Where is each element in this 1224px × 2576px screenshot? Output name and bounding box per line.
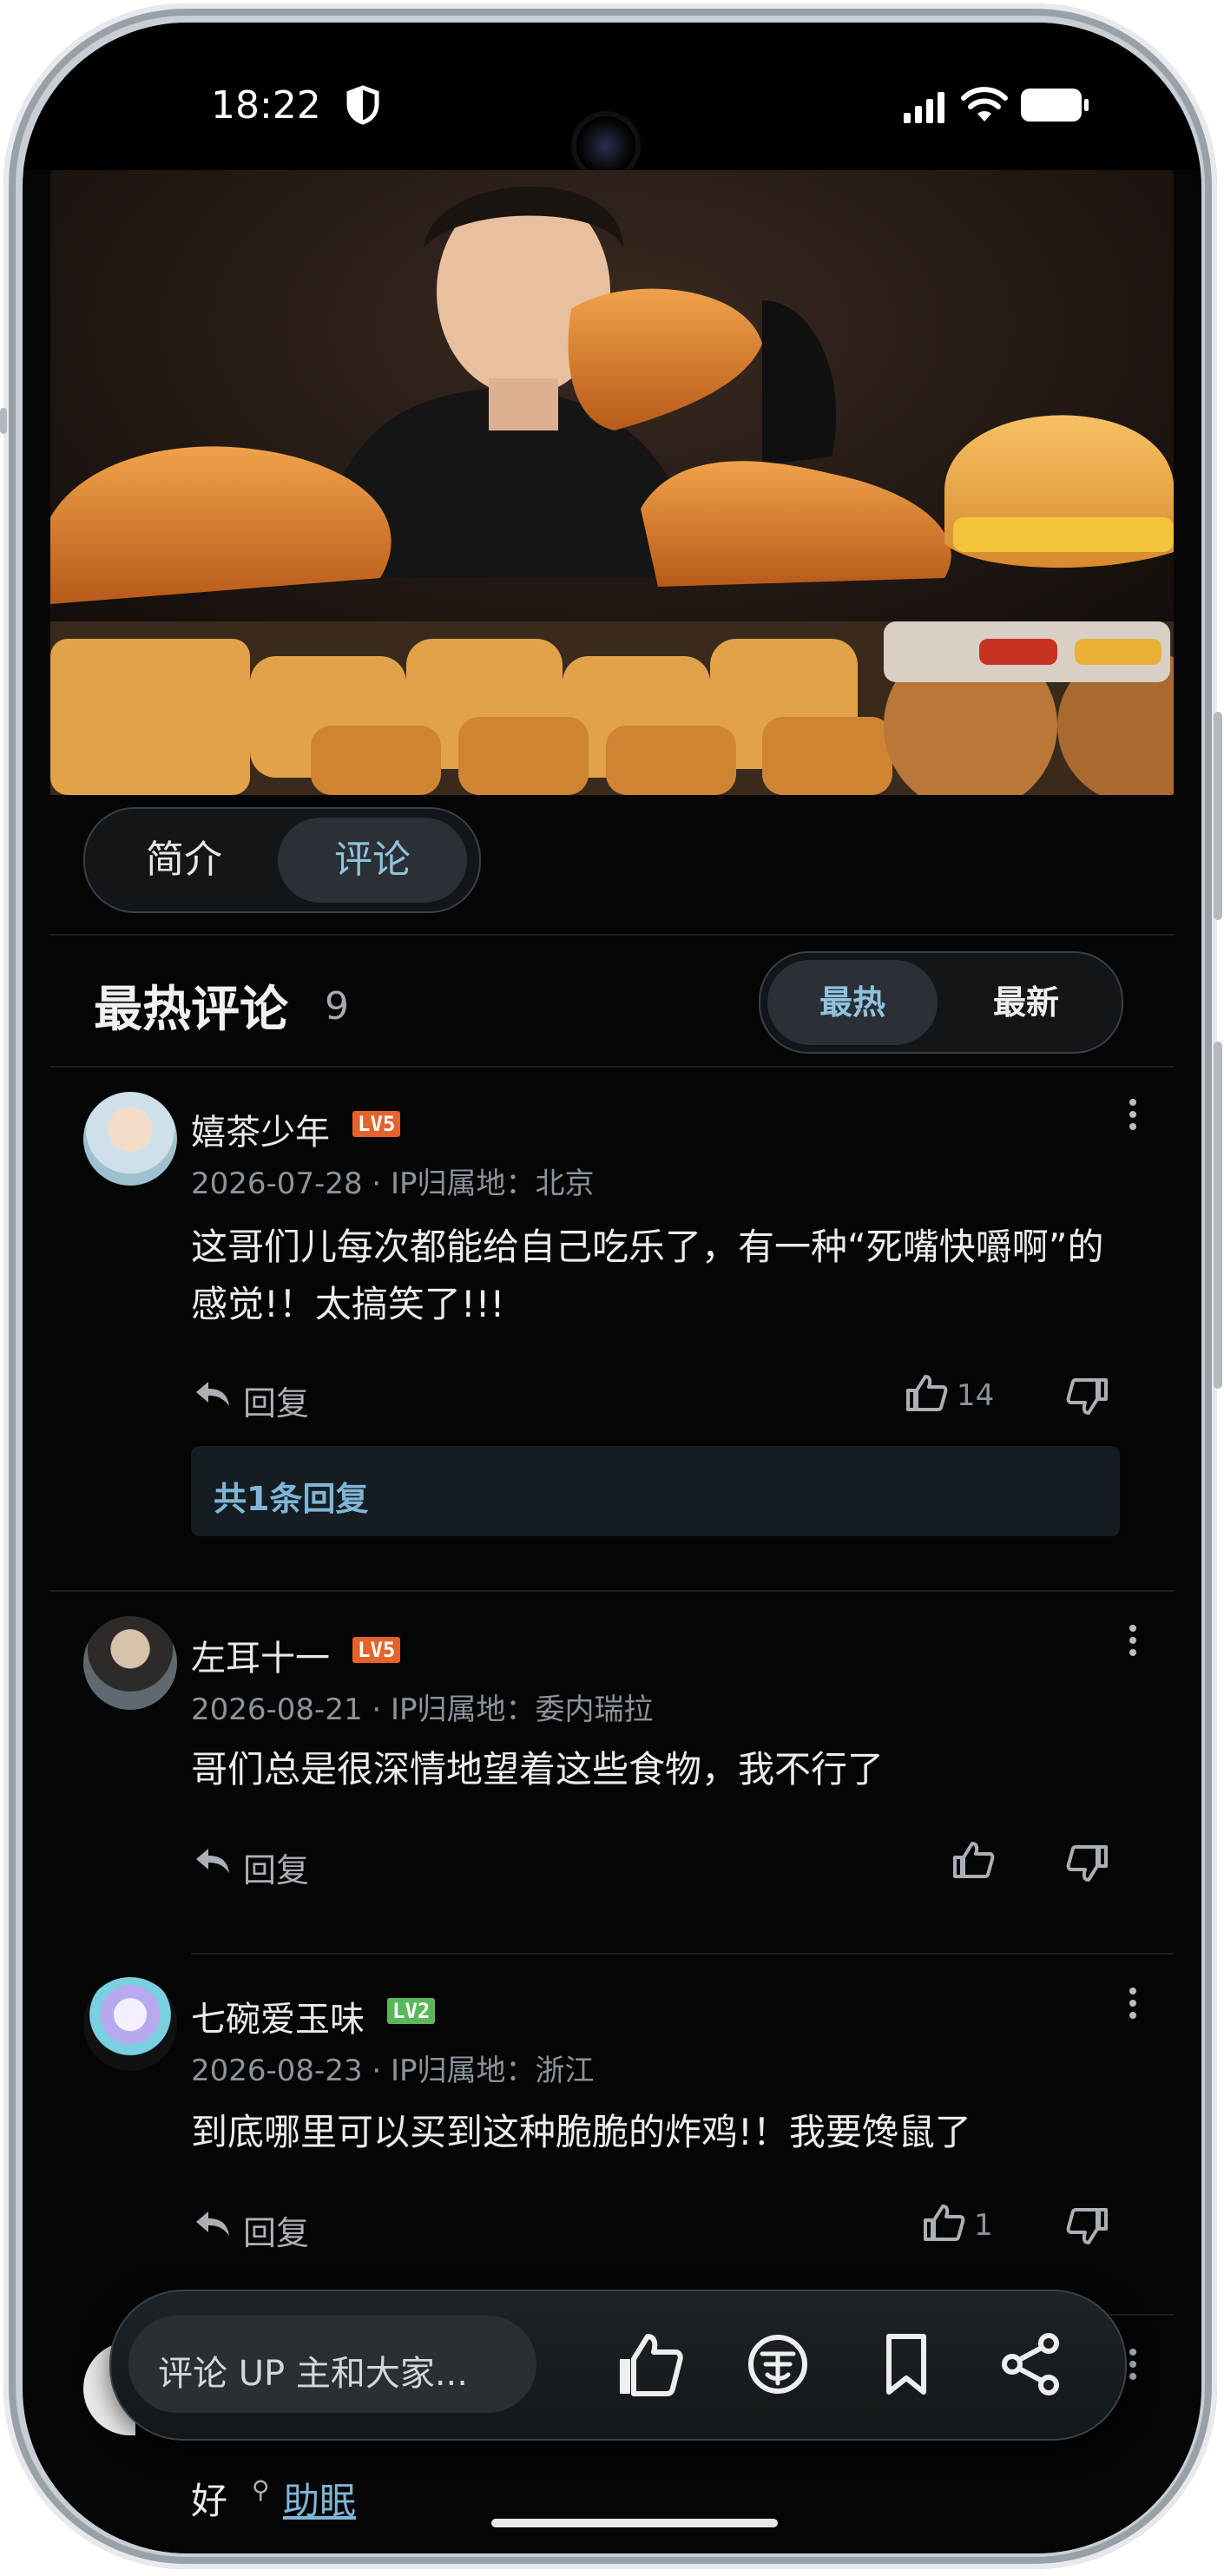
reply-icon[interactable] (194, 1845, 231, 1876)
phone-screen: 18:22 简介 评论 最热评论 9 最热 最新 嬉茶少年 LV5 2026-0… (23, 23, 1201, 2553)
avatar[interactable] (83, 1977, 177, 2071)
battery-icon (1021, 89, 1089, 122)
tab-intro[interactable]: 简介 (97, 818, 271, 903)
shield-icon (346, 85, 379, 125)
bottom-action-bar: 评论 UP 主和大家... (109, 2290, 1127, 2441)
power-button (1214, 1042, 1222, 1389)
comment-text: 到底哪里可以买到这种脆脆的炸鸡!！我要馋鼠了 (191, 2111, 971, 2153)
dislike-icon[interactable] (1066, 2206, 1109, 2246)
comment-meta: 2026-07-28 · IP归属地：北京 (191, 1166, 595, 1201)
comment-meta: 2026-08-23 · IP归属地：浙江 (191, 2054, 595, 2088)
video-player[interactable] (50, 170, 1174, 795)
reply-button[interactable]: 回复 (243, 1843, 309, 1891)
search-keyword-link[interactable]: 助眠 (283, 2472, 356, 2525)
coin-icon[interactable] (743, 2330, 813, 2399)
tab-comments[interactable]: 评论 (278, 818, 467, 903)
signal-icon (904, 92, 944, 123)
reply-button[interactable]: 回复 (243, 1377, 309, 1424)
divider (191, 1953, 1174, 1955)
comment-meta: 2026-08-21 · IP归属地：委内瑞拉 (191, 1692, 654, 1727)
comment-username[interactable]: 左耳十一 (191, 1630, 330, 1680)
level-badge: LV2 (387, 1998, 436, 2024)
more-options-icon[interactable] (1120, 1099, 1146, 1134)
avatar[interactable] (83, 1616, 177, 1710)
comment-text: 哥们总是很深情地望着这些食物，我不行了 (191, 1748, 885, 1791)
front-camera (576, 116, 635, 175)
home-indicator[interactable] (491, 2519, 778, 2527)
reply-button[interactable]: 回复 (243, 2206, 309, 2254)
status-bar: 18:22 (23, 23, 1201, 175)
comments-section-title: 最热评论 (94, 982, 288, 1038)
divider (50, 1590, 1174, 1592)
reply-icon[interactable] (194, 2208, 231, 2239)
like-count: 14 (957, 1378, 995, 1413)
avatar[interactable] (83, 1092, 177, 1186)
bookmark-icon[interactable] (872, 2330, 941, 2399)
like-count: 1 (974, 2208, 993, 2243)
sort-new-button[interactable]: 最新 (941, 960, 1111, 1045)
wifi-icon (961, 87, 1008, 122)
comment-input-placeholder: 评论 UP 主和大家... (158, 2354, 468, 2394)
level-badge: LV5 (352, 1111, 401, 1137)
more-options-icon[interactable] (1120, 1988, 1146, 2022)
share-icon[interactable] (997, 2330, 1066, 2399)
status-time: 18:22 (211, 83, 321, 128)
volume-button (1214, 712, 1222, 920)
side-notch (0, 408, 7, 434)
comment-input[interactable]: 评论 UP 主和大家... (128, 2316, 536, 2413)
comment-username[interactable]: 七碗爱玉味 (191, 1991, 365, 2041)
reply-icon[interactable] (194, 1378, 231, 1410)
comment-text: 这哥们儿每次都能给自己吃乐了，有一种“死嘴快嚼啊”的感觉!！太搞笑了!!! (191, 1226, 1104, 1325)
comment-username[interactable]: 嬉茶少年 (191, 1104, 330, 1154)
dislike-icon[interactable] (1066, 1843, 1109, 1883)
video-thumbnail (50, 170, 1174, 795)
partial-comment-text: 好 (191, 2480, 228, 2522)
content-tabs: 简介 评论 (83, 807, 481, 913)
divider (50, 1066, 1174, 1068)
level-badge: LV5 (352, 1637, 401, 1663)
search-icon: ⚲ (252, 2475, 270, 2504)
dislike-icon[interactable] (1066, 1377, 1109, 1416)
like-icon[interactable] (922, 2203, 965, 2243)
comments-count: 9 (325, 984, 349, 1028)
like-icon[interactable] (951, 1840, 995, 1880)
like-icon[interactable] (905, 1373, 948, 1413)
sort-toggle: 最热 最新 (759, 951, 1123, 1054)
more-options-icon[interactable] (1120, 1625, 1146, 1659)
replies-summary: 共1条回复 (214, 1480, 369, 1518)
replies-expander[interactable]: 共1条回复 (191, 1446, 1120, 1536)
sort-hot-button[interactable]: 最热 (767, 960, 938, 1045)
like-video-icon[interactable] (615, 2330, 684, 2399)
divider (50, 934, 1174, 936)
